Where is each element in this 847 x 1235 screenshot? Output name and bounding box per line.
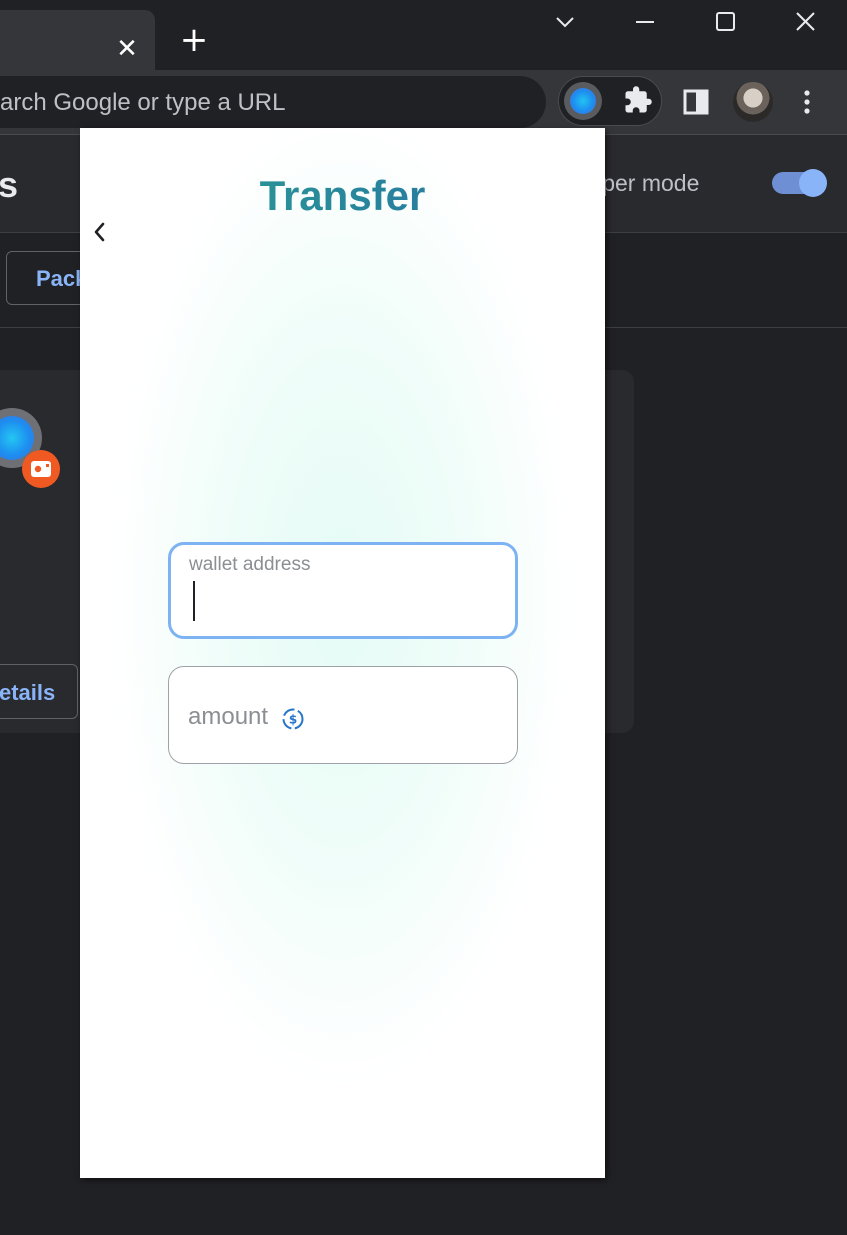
side-panel-icon[interactable] — [682, 88, 710, 116]
active-tab[interactable]: ✕ — [0, 10, 155, 72]
extensions-pill — [558, 76, 662, 126]
tab-strip: ✕ + — [0, 0, 847, 72]
back-arrow-icon[interactable] — [88, 212, 110, 252]
amount-placeholder: amount — [188, 703, 269, 730]
transfer-popup: Transfer wallet address amount $ — [80, 128, 605, 1178]
page-title: s — [0, 164, 19, 205]
extension-orb-icon[interactable] — [564, 82, 602, 120]
profile-avatar[interactable] — [733, 82, 773, 122]
new-tab-button[interactable]: + — [176, 22, 212, 58]
popup-title: Transfer — [80, 172, 605, 220]
developer-mode-toggle-knob[interactable] — [799, 169, 827, 197]
close-window-icon[interactable] — [785, 4, 825, 42]
wallet-address-field[interactable]: wallet address — [168, 542, 518, 639]
details-button[interactable]: etails — [0, 664, 78, 719]
svg-text:$: $ — [289, 713, 297, 727]
wallet-address-label: wallet address — [189, 554, 311, 575]
omnibox[interactable]: arch Google or type a URL — [0, 76, 546, 128]
maximize-icon[interactable] — [705, 4, 745, 42]
tab-search-icon[interactable] — [545, 4, 585, 42]
policy-badge-icon — [22, 450, 60, 488]
tab-close-icon[interactable]: ✕ — [110, 32, 144, 66]
omnibox-placeholder: arch Google or type a URL — [0, 89, 286, 116]
kebab-menu-icon[interactable] — [795, 85, 819, 119]
minimize-icon[interactable] — [625, 4, 665, 42]
text-cursor — [193, 581, 195, 621]
puzzle-icon[interactable] — [623, 85, 653, 115]
usdc-icon: $ — [282, 708, 304, 730]
amount-field[interactable]: amount $ — [168, 666, 518, 764]
browser-toolbar: arch Google or type a URL — [0, 70, 847, 135]
